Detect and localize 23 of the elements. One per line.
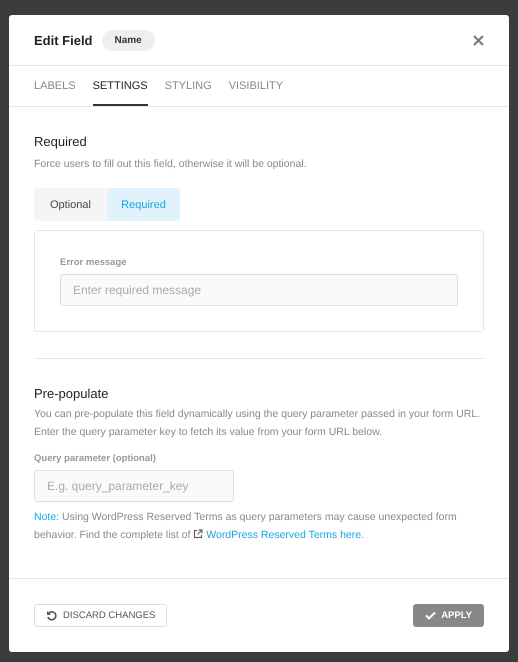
tab[interactable]: LABELS xyxy=(34,66,76,106)
external-link-icon xyxy=(193,529,204,539)
error-message-field[interactable]: Enter required message xyxy=(60,274,458,306)
tab[interactable]: STYLING xyxy=(164,66,212,106)
undo-icon xyxy=(46,610,57,621)
section-description: You can pre-populate this field dynamically using the query parameter passed in your form URL. Enter the query parameter key to fetch its value from your form URL below. xyxy=(34,407,482,440)
field-label: Query parameter (optional) xyxy=(34,453,157,464)
toggle-option[interactable]: Optional xyxy=(34,188,107,221)
note-text: Note: Using WordPress Reserved Terms as query parameters may cause unexpected form behavior. Find the complete list of WordPress Reserved Terms here. xyxy=(34,510,458,543)
discard-changes-button[interactable]: DISCARD CHANGES xyxy=(34,604,168,627)
field-badge: Name xyxy=(102,30,155,50)
section-description: Force users to fill out this field, otherwise it will be optional. xyxy=(34,157,308,172)
tab[interactable]: SETTINGS xyxy=(92,66,148,106)
tab[interactable]: VISIBILITY xyxy=(228,66,284,106)
dialog-title: Edit Field xyxy=(34,32,92,48)
checkmark-icon xyxy=(425,611,436,620)
field-label: Error message xyxy=(60,257,128,268)
toggle-option[interactable]: Required xyxy=(107,188,180,221)
section-heading: Required xyxy=(34,134,88,149)
query-parameter-field[interactable]: E.g. query_parameter_key xyxy=(34,470,234,502)
reserved-terms-link[interactable]: WordPress Reserved Terms here xyxy=(193,529,362,541)
section-heading: Pre-populate xyxy=(34,386,110,401)
close-icon[interactable] xyxy=(473,34,484,46)
